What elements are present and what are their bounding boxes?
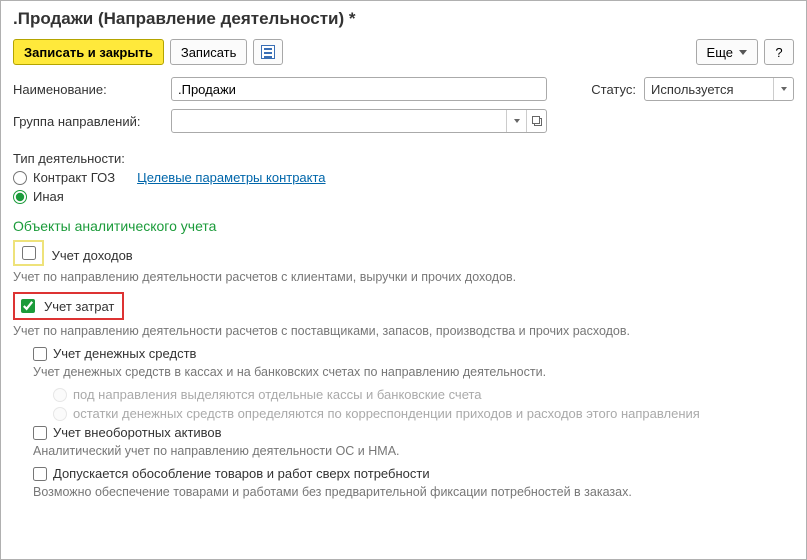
cash-sub1-radio [53, 388, 67, 402]
cash-sub2-radio [53, 407, 67, 421]
activity-type-label: Тип деятельности: [13, 151, 794, 166]
goz-params-link[interactable]: Целевые параметры контракта [137, 170, 325, 185]
cost-highlight: Учет затрат [13, 292, 124, 320]
cash-sub1-row: под направления выделяются отдельные кас… [53, 387, 794, 402]
income-checkbox[interactable] [22, 246, 36, 260]
goods-label: Допускается обособление товаров и работ … [53, 466, 430, 481]
chevron-down-icon [514, 119, 520, 123]
radio-goz-label: Контракт ГОЗ [33, 170, 115, 185]
cash-label: Учет денежных средств [53, 346, 196, 361]
chevron-down-icon [739, 50, 747, 55]
cash-sub1-label: под направления выделяются отдельные кас… [73, 387, 482, 402]
goods-row: Допускается обособление товаров и работ … [33, 466, 794, 481]
list-icon [261, 45, 275, 59]
group-dropdown-button[interactable] [506, 110, 526, 132]
form-window: .Продажи (Направление деятельности) * За… [0, 0, 807, 560]
status-value: Используется [645, 78, 773, 100]
cost-hint: Учет по направлению деятельности расчето… [13, 324, 794, 338]
cash-checkbox[interactable] [33, 347, 47, 361]
analytics-section-title: Объекты аналитического учета [13, 218, 794, 234]
name-label: Наименование: [13, 82, 163, 97]
radio-goz-row: Контракт ГОЗ Целевые параметры контракта [13, 170, 794, 185]
more-button[interactable]: Еще [696, 39, 758, 65]
radio-other[interactable] [13, 190, 27, 204]
toolbar: Записать и закрыть Записать Еще ? [13, 39, 794, 65]
page-title: .Продажи (Направление деятельности) * [13, 9, 794, 29]
cost-block: Учет затрат [13, 292, 794, 320]
goods-hint: Возможно обеспечение товарами и работами… [33, 485, 794, 499]
cash-sub2-row: остатки денежных средств определяются по… [53, 406, 794, 421]
cash-sub2-label: остатки денежных средств определяются по… [73, 406, 700, 421]
cost-label: Учет затрат [44, 299, 114, 314]
cash-hint: Учет денежных средств в кассах и на банк… [33, 365, 794, 379]
cash-row: Учет денежных средств [33, 346, 794, 361]
status-label: Статус: [591, 82, 636, 97]
goods-checkbox[interactable] [33, 467, 47, 481]
income-block: Учет доходов [13, 240, 794, 266]
cost-checkbox[interactable] [21, 299, 35, 313]
list-form-button[interactable] [253, 39, 283, 65]
assets-row: Учет внеоборотных активов [33, 425, 794, 440]
group-row: Группа направлений: [13, 109, 794, 133]
status-select[interactable]: Используется [644, 77, 794, 101]
group-open-button[interactable] [526, 110, 546, 132]
open-dialog-icon [532, 116, 542, 126]
income-label: Учет доходов [52, 248, 133, 263]
save-button[interactable]: Записать [170, 39, 248, 65]
status-dropdown-button[interactable] [773, 78, 793, 100]
assets-label: Учет внеоборотных активов [53, 425, 222, 440]
group-value [172, 110, 506, 132]
help-button[interactable]: ? [764, 39, 794, 65]
save-close-button[interactable]: Записать и закрыть [13, 39, 164, 65]
group-label: Группа направлений: [13, 114, 163, 129]
assets-checkbox[interactable] [33, 426, 47, 440]
chevron-down-icon [781, 87, 787, 91]
radio-other-row: Иная [13, 189, 794, 204]
radio-other-label: Иная [33, 189, 64, 204]
income-hint: Учет по направлению деятельности расчето… [13, 270, 794, 284]
radio-goz[interactable] [13, 171, 27, 185]
assets-hint: Аналитический учет по направлению деятел… [33, 444, 794, 458]
name-row: Наименование: Статус: Используется [13, 77, 794, 101]
income-highlight [13, 240, 44, 266]
name-input[interactable] [171, 77, 547, 101]
group-select[interactable] [171, 109, 547, 133]
